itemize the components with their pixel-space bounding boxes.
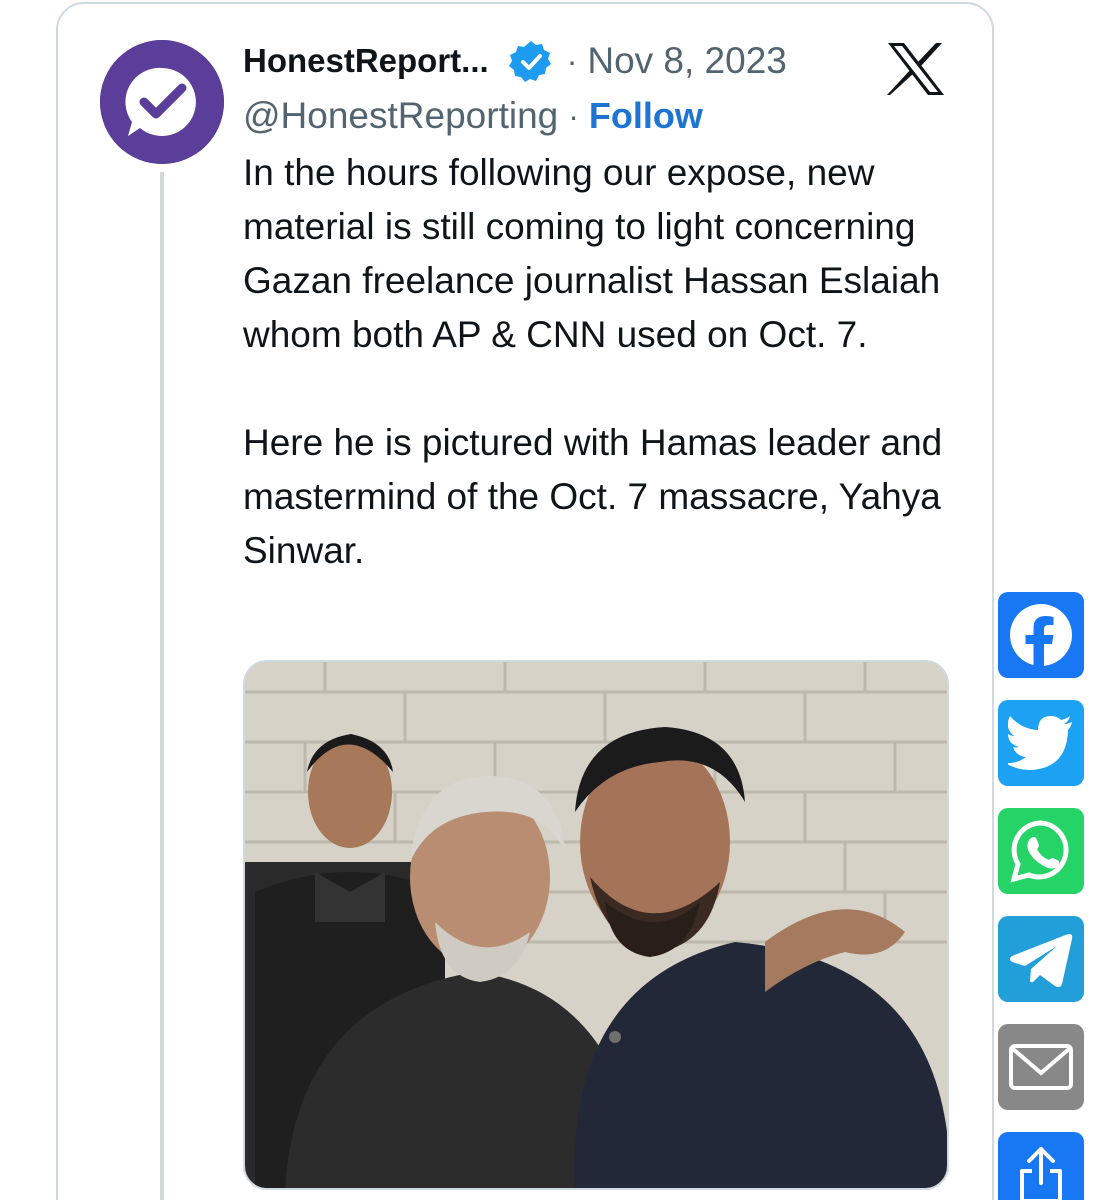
thread-line — [160, 172, 164, 1200]
follow-button[interactable]: Follow — [589, 95, 703, 137]
twitter-share-button[interactable] — [998, 700, 1084, 786]
tweet-photo[interactable] — [243, 660, 949, 1190]
tweet-paragraph: Here he is pictured with Hamas leader an… — [243, 422, 943, 571]
tweet-text: In the hours following our expose, new m… — [243, 146, 963, 578]
whatsapp-share-button[interactable] — [998, 808, 1084, 894]
verified-badge-icon — [508, 39, 553, 83]
tweet-paragraph: In the hours following our expose, new m… — [243, 152, 941, 355]
author-handle[interactable]: @HonestReporting — [243, 95, 558, 137]
post-date[interactable]: Nov 8, 2023 — [587, 40, 787, 82]
email-icon — [1009, 1044, 1073, 1090]
share-icon — [1020, 1147, 1062, 1200]
twitter-bird-icon — [1008, 716, 1072, 770]
handle-row: @HonestReporting · Follow — [243, 94, 703, 138]
facebook-share-button[interactable] — [998, 592, 1084, 678]
share-button[interactable] — [998, 1132, 1084, 1200]
author-avatar[interactable] — [100, 40, 224, 164]
photo-image — [245, 662, 947, 1188]
telegram-icon — [1010, 933, 1073, 987]
tweet-header: HonestReport... · Nov 8, 2023 — [243, 38, 787, 84]
x-logo-icon[interactable] — [886, 42, 946, 96]
handle-separator: · — [568, 97, 579, 134]
header-separator: · — [566, 42, 578, 79]
checkmark-speech-bubble-icon — [100, 40, 224, 164]
email-share-button[interactable] — [998, 1024, 1084, 1110]
author-name[interactable]: HonestReport... — [243, 42, 489, 80]
facebook-icon — [1010, 604, 1072, 666]
page: HonestReport... · Nov 8, 2023 @HonestRep… — [0, 0, 1107, 1200]
whatsapp-icon — [1010, 820, 1069, 883]
telegram-share-button[interactable] — [998, 916, 1084, 1002]
